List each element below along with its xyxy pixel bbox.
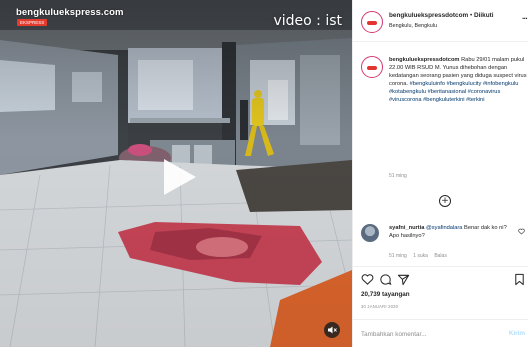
post-actions-bar (353, 266, 528, 286)
comment-bubble-icon[interactable] (379, 273, 392, 286)
header-username-line: bengkuluekspressdotcom • Diikuti (389, 12, 494, 19)
caption-avatar[interactable] (361, 56, 383, 78)
commenter-avatar[interactable] (361, 224, 379, 242)
site-logo: bengkuluekspress.com (16, 7, 124, 18)
profile-avatar[interactable] (361, 11, 383, 33)
commenter-username[interactable]: syafni_nurtia (389, 225, 424, 231)
separator-dot: • (469, 12, 473, 19)
post-comment-button[interactable]: Kirim (509, 330, 525, 337)
comment-mention[interactable]: @syafindalara (426, 225, 462, 231)
add-comment-bar: Kirim (353, 319, 528, 347)
video-player[interactable]: bengkuluekspress.com EKSPRESS video : is… (0, 0, 352, 347)
play-button[interactable] (156, 155, 200, 199)
more-options-button[interactable]: ··· (522, 14, 528, 23)
mute-button[interactable] (324, 322, 340, 338)
following-button[interactable]: Diikuti (474, 12, 494, 19)
more-horizontal-icon: ··· (522, 14, 528, 23)
video-credit-watermark: video : ist (273, 13, 342, 29)
comment-like-heart-icon[interactable] (518, 228, 525, 235)
location-link[interactable]: Bengkulu, Bengkulu (389, 23, 437, 29)
caption-text: bengkuluekspressdotcom Rabu 29/01 malam … (389, 56, 528, 105)
load-more-comments-button[interactable]: + (439, 195, 451, 207)
site-logo-subtitle: EKSPRESS (17, 19, 48, 26)
view-count[interactable]: 20,739 tayangan (361, 291, 410, 298)
post-header: bengkuluekspressdotcom • Diikuti Bengkul… (353, 0, 528, 42)
post-side-panel: bengkuluekspressdotcom • Diikuti Bengkul… (352, 0, 528, 347)
comment-likes[interactable]: 1 suka (413, 253, 428, 259)
play-icon (164, 159, 196, 195)
comment-reply-button[interactable]: Balas (434, 253, 447, 259)
paper-plane-icon[interactable] (397, 273, 410, 286)
caption-hashtags[interactable]: #bengkuluinfo #bengkulucity #infobengkul… (389, 81, 518, 103)
comment-meta: 51 ming 1 suka Balas (389, 253, 452, 259)
header-username[interactable]: bengkuluekspressdotcom (389, 12, 468, 19)
bookmark-icon[interactable] (513, 273, 526, 286)
comment-text: syafni_nurtia @syafindalara Benar dak ko… (389, 224, 513, 240)
comment-input[interactable] (361, 328, 491, 340)
post-date: 30 JANUARI 2020 (361, 304, 399, 309)
caption-timestamp: 51 ming (389, 173, 407, 179)
caption-username[interactable]: bengkuluekspressdotcom (389, 57, 459, 63)
comment-timestamp: 51 ming (389, 253, 407, 259)
speaker-muted-icon (328, 326, 337, 334)
heart-icon[interactable] (361, 273, 374, 286)
